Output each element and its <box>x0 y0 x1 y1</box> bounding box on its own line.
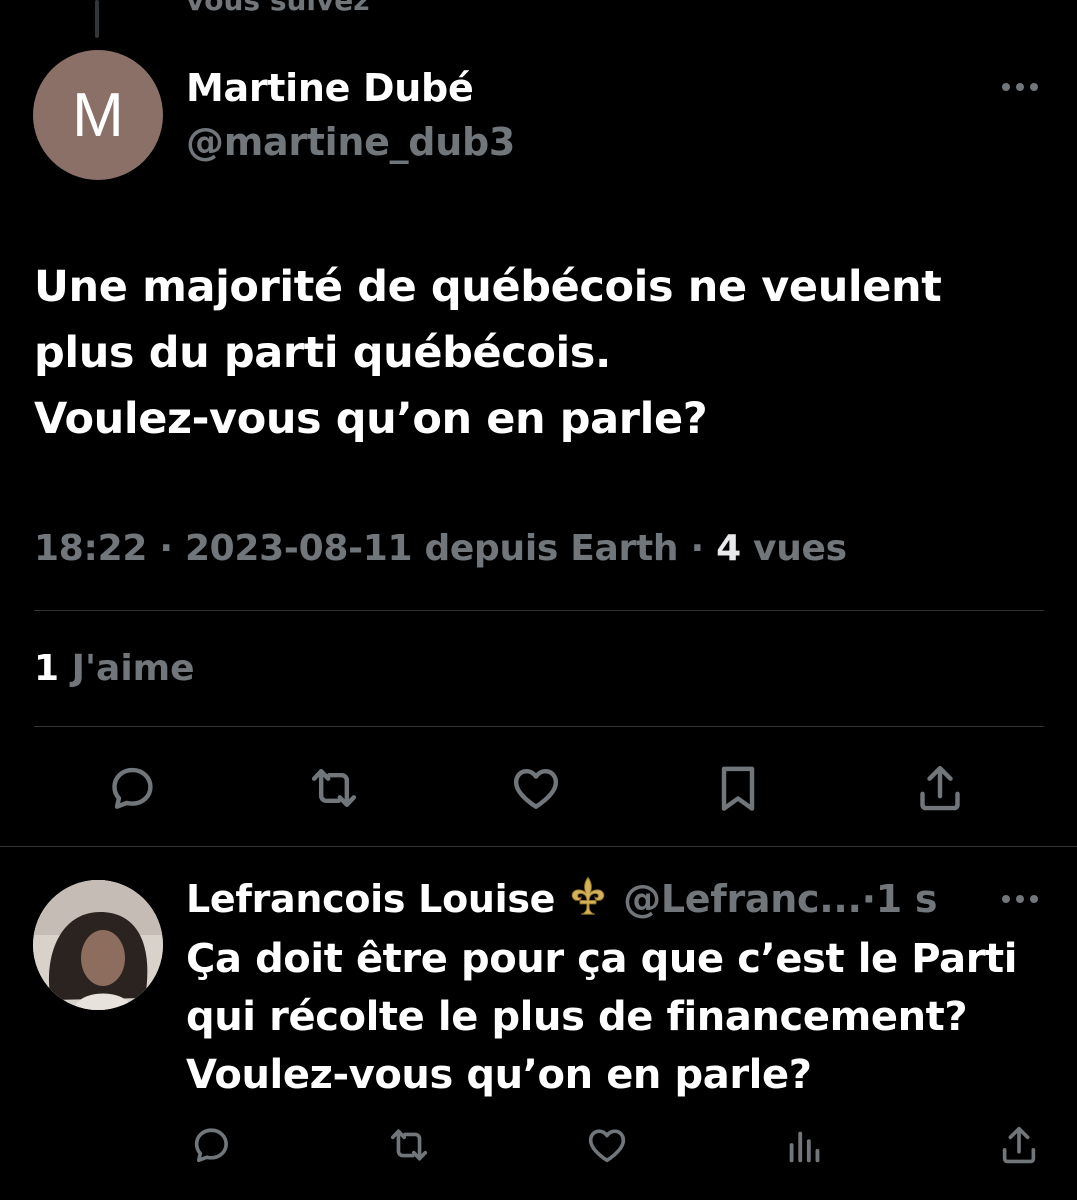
retweet-icon[interactable] <box>304 758 364 818</box>
more-options-icon[interactable] <box>998 882 1042 916</box>
more-options-icon[interactable] <box>998 70 1042 104</box>
thread-line <box>95 0 99 38</box>
like-icon[interactable] <box>506 758 566 818</box>
tweet-source: depuis Earth <box>424 528 679 569</box>
tweet-text: Une majorité de québécois ne veulent plu… <box>34 262 942 444</box>
avatar[interactable]: M <box>33 50 163 180</box>
reply-icon[interactable] <box>186 1120 236 1170</box>
bookmark-icon[interactable] <box>708 758 768 818</box>
views-label: vues <box>753 528 847 569</box>
tweet-date[interactable]: 2023-08-11 <box>185 528 413 569</box>
reply-author-handle[interactable]: @Lefranc... <box>623 877 862 921</box>
social-context: vous suivez <box>186 0 370 17</box>
separator: · <box>861 877 876 921</box>
divider <box>34 726 1044 727</box>
share-icon[interactable] <box>910 758 970 818</box>
reply-timestamp[interactable]: 1 s <box>876 877 938 921</box>
like-icon[interactable] <box>582 1120 632 1170</box>
reply-icon[interactable] <box>102 758 162 818</box>
views-count: 4 <box>716 528 741 569</box>
author-name[interactable]: Martine Dubé <box>186 66 474 110</box>
separator: · <box>690 528 717 569</box>
reply-header: Lefrancois Louise @Lefranc...·1 s <box>186 874 937 921</box>
fleur-de-lis-icon <box>565 874 611 920</box>
tweet-metadata: 18:22 · 2023-08-11 depuis Earth · 4 vues <box>34 528 847 569</box>
retweet-icon[interactable] <box>384 1120 434 1170</box>
tweet-time: 18:22 <box>34 528 148 569</box>
views-icon[interactable] <box>780 1120 830 1170</box>
avatar[interactable] <box>33 880 163 1010</box>
reply-text: Ça doit être pour ça que c’est le Parti … <box>186 936 1018 1098</box>
divider <box>34 610 1044 611</box>
reply-author-name[interactable]: Lefrancois Louise <box>186 877 555 921</box>
author-handle[interactable]: @martine_dub3 <box>186 120 515 164</box>
likes-count: 1 <box>34 648 60 689</box>
likes-summary[interactable]: 1 J'aime <box>34 648 195 689</box>
separator: · <box>159 528 185 569</box>
likes-label: J'aime <box>71 648 195 689</box>
share-icon[interactable] <box>994 1120 1044 1170</box>
divider <box>0 846 1077 847</box>
